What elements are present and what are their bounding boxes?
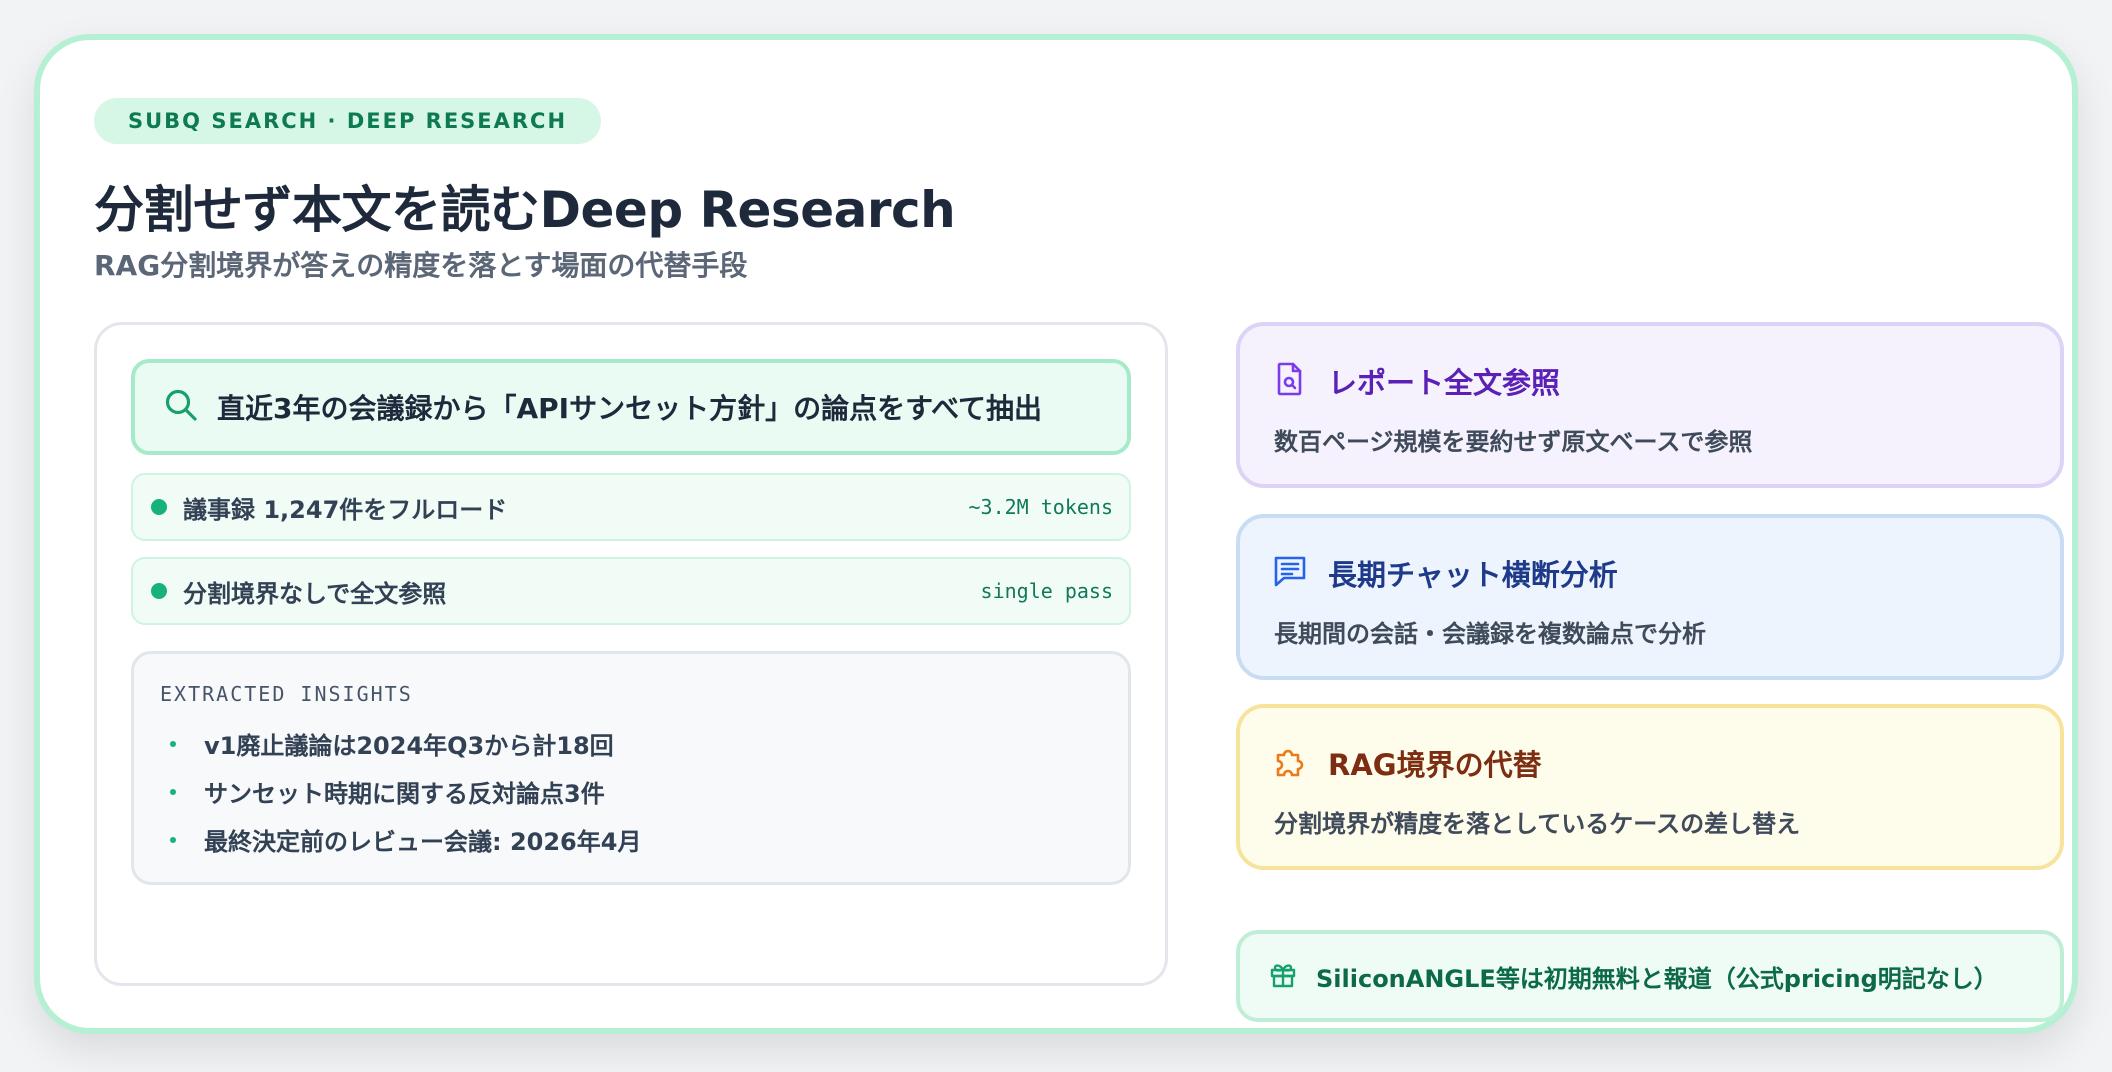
feature-card-rag: RAG境界の代替 分割境界が精度を落としているケースの差し替え: [1236, 704, 2064, 870]
bullet-icon: [170, 788, 176, 795]
step-label: 議事録 1,247件をフルロード: [183, 495, 508, 524]
feature-title: 長期チャット横断分析: [1328, 558, 1618, 592]
feature-desc: 分割境界が精度を落としているケースの差し替え: [1274, 810, 1801, 838]
insight-text: v1廃止議論は2024年Q3から計18回: [204, 732, 614, 760]
puzzle-icon: [1272, 743, 1308, 783]
feature-desc: 数百ページ規模を要約せず原文ベースで参照: [1274, 428, 1753, 456]
research-demo-panel: 直近3年の会議録から「APIサンセット方針」の論点をすべて抽出 議事録 1,24…: [94, 322, 1168, 986]
insight-text: 最終決定前のレビュー会議: 2026年4月: [204, 828, 642, 856]
pricing-note: SiliconANGLE等は初期無料と報道（公式pricing明記なし）: [1236, 930, 2064, 1022]
bullet-icon: [170, 836, 176, 843]
insight-item: v1廃止議論は2024年Q3から計18回: [170, 726, 614, 761]
step-full-load: 議事録 1,247件をフルロード ~3.2M tokens: [131, 473, 1131, 541]
insights-heading: EXTRACTED INSIGHTS: [160, 682, 413, 706]
status-dot: [151, 583, 167, 599]
category-badge: SUBQ SEARCH · DEEP RESEARCH: [94, 98, 602, 144]
step-full-text: 分割境界なしで全文参照 single pass: [131, 557, 1131, 625]
document-search-icon: [1272, 361, 1308, 401]
main-card: SUBQ SEARCH · DEEP RESEARCH 分割せず本文を読むDee…: [34, 34, 2078, 1034]
query-text: 直近3年の会議録から「APIサンセット方針」の論点をすべて抽出: [217, 392, 1043, 425]
step-meta: ~3.2M tokens: [968, 495, 1114, 519]
feature-card-report: レポート全文参照 数百ページ規模を要約せず原文ベースで参照: [1236, 322, 2064, 488]
query-box[interactable]: 直近3年の会議録から「APIサンセット方針」の論点をすべて抽出: [131, 359, 1131, 455]
page-subtitle: RAG分割境界が答えの精度を落とす場面の代替手段: [94, 249, 748, 282]
status-dot: [151, 499, 167, 515]
chat-lines-icon: [1272, 553, 1308, 593]
feature-title: レポート全文参照: [1328, 366, 1561, 400]
note-text: SiliconANGLE等は初期無料と報道（公式pricing明記なし）: [1316, 964, 1998, 993]
insight-text: サンセット時期に関する反対論点3件: [204, 780, 605, 808]
step-meta: single pass: [980, 579, 1113, 603]
insights-box: EXTRACTED INSIGHTS v1廃止議論は2024年Q3から計18回 …: [131, 651, 1131, 885]
feature-title: RAG境界の代替: [1328, 748, 1542, 782]
gift-icon: [1268, 959, 1298, 993]
page-title: 分割せず本文を読むDeep Research: [94, 181, 956, 239]
step-label: 分割境界なしで全文参照: [183, 579, 447, 608]
bullet-icon: [170, 740, 176, 747]
feature-card-chat: 長期チャット横断分析 長期間の会話・会議録を複数論点で分析: [1236, 514, 2064, 680]
feature-desc: 長期間の会話・会議録を複数論点で分析: [1274, 620, 1706, 648]
insight-item: サンセット時期に関する反対論点3件: [170, 774, 605, 809]
search-icon: [163, 387, 199, 427]
insight-item: 最終決定前のレビュー会議: 2026年4月: [170, 822, 641, 857]
